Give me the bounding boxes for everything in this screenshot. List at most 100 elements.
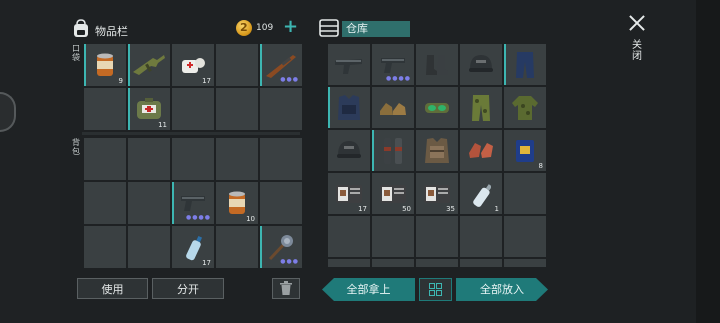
backpack-slot[interactable] <box>84 182 126 224</box>
warehouse-slot[interactable] <box>372 216 414 257</box>
warehouse-slot[interactable] <box>328 87 370 128</box>
warehouse-slot[interactable] <box>372 259 414 267</box>
backpack-slot[interactable] <box>128 138 170 180</box>
warehouse-slot[interactable]: 50 <box>372 173 414 214</box>
warehouse-slot[interactable] <box>328 130 370 171</box>
close-label[interactable]: 关闭 <box>632 40 642 62</box>
recipe-icon <box>380 184 406 203</box>
coin-count: 109 <box>256 23 274 33</box>
pocket-slot[interactable] <box>260 88 302 130</box>
backpack-slot[interactable]: ●●● <box>260 226 302 268</box>
warehouse-slot[interactable] <box>460 216 502 257</box>
grid-sort-icon <box>429 283 442 296</box>
left-margin <box>0 0 60 323</box>
pocket-slot[interactable]: 9 <box>84 44 126 86</box>
warehouse-slot[interactable]: 8 <box>504 130 546 171</box>
backpack-slot[interactable] <box>260 138 302 180</box>
backpack-slot[interactable] <box>260 182 302 224</box>
item-quantity: 1 <box>494 205 499 213</box>
warehouse-slot[interactable] <box>416 216 458 257</box>
warehouse-slot[interactable] <box>328 259 370 267</box>
use-button[interactable]: 使用 <box>77 278 148 299</box>
warehouse-slot[interactable] <box>328 216 370 257</box>
item-quantity: 35 <box>446 205 455 213</box>
warehouse-grid: ●●●● 8 17 50 35 1 <box>328 44 546 267</box>
pocket-slot[interactable]: 11 <box>128 88 170 130</box>
item-quantity: 10 <box>246 215 255 223</box>
trash-button[interactable] <box>272 278 300 299</box>
pocket-slot[interactable] <box>216 44 258 86</box>
backpack-slot[interactable] <box>216 138 258 180</box>
warehouse-slot[interactable] <box>460 44 502 85</box>
backpack-slot[interactable]: 17 <box>172 226 214 268</box>
backpack-slot[interactable] <box>128 226 170 268</box>
warehouse-slot[interactable] <box>372 130 414 171</box>
backpack-slot[interactable] <box>216 226 258 268</box>
backpack-slot[interactable] <box>84 226 126 268</box>
shoes-icon <box>380 102 406 115</box>
pocket-slot[interactable] <box>128 44 170 86</box>
close-icon[interactable] <box>628 14 646 32</box>
backpack-icon <box>74 19 88 37</box>
sort-button[interactable] <box>419 278 452 301</box>
warehouse-slot[interactable] <box>504 44 546 85</box>
take-all-button[interactable]: 全部拿上 <box>322 278 415 301</box>
book-icon <box>516 139 534 162</box>
durability-dots: ●●●● <box>386 75 411 82</box>
backpack-slot[interactable] <box>84 138 126 180</box>
pocket-slot[interactable]: ●●● <box>260 44 302 86</box>
smg-icon <box>335 58 362 74</box>
item-quantity: 17 <box>202 77 211 85</box>
warehouse-slot[interactable] <box>416 44 458 85</box>
leg-armor-icon <box>384 137 402 164</box>
warehouse-slot[interactable] <box>460 130 502 171</box>
warehouse-slot[interactable] <box>328 44 370 85</box>
warehouse-slot[interactable] <box>416 259 458 267</box>
plus-icon[interactable]: + <box>283 18 298 36</box>
pocket-slot[interactable] <box>84 88 126 130</box>
boots-icon <box>426 54 448 75</box>
recipe-icon <box>336 184 362 203</box>
warehouse-slot[interactable] <box>372 87 414 128</box>
backpack-grid: ●●●● 10 17 ●●● <box>84 138 302 268</box>
warehouse-slot[interactable] <box>460 87 502 128</box>
goggles-icon <box>425 102 449 113</box>
empty-bottle-icon <box>473 183 491 207</box>
backpack-label: 背包 <box>72 138 80 156</box>
warehouse-slot[interactable] <box>504 259 546 267</box>
warehouse-slot[interactable]: 1 <box>460 173 502 214</box>
item-quantity: 50 <box>402 205 411 213</box>
backpack-slot[interactable] <box>128 182 170 224</box>
warehouse-slot[interactable] <box>504 173 546 214</box>
backpack-slot[interactable]: ●●●● <box>172 182 214 224</box>
pants-icon <box>516 51 534 78</box>
put-all-button[interactable]: 全部放入 <box>456 278 548 301</box>
warehouse-slot[interactable] <box>416 87 458 128</box>
item-quantity: 11 <box>158 121 167 129</box>
backpack-slot[interactable]: 10 <box>216 182 258 224</box>
warehouse-slot[interactable] <box>416 130 458 171</box>
warehouse-slot[interactable]: 17 <box>328 173 370 214</box>
canned-food-icon <box>229 191 245 214</box>
canned-food-icon <box>97 53 113 76</box>
gold-coin-icon <box>236 20 252 36</box>
pocket-slot[interactable]: 17 <box>172 44 214 86</box>
armor-vest-icon <box>338 94 360 120</box>
warehouse-title: 仓库 <box>342 21 410 37</box>
trash-icon <box>280 281 292 295</box>
warehouse-slot[interactable] <box>504 216 546 257</box>
warehouse-slot[interactable]: ●●●● <box>372 44 414 85</box>
backpack-slot[interactable] <box>172 138 214 180</box>
helmet-icon <box>337 140 361 158</box>
pocket-slot[interactable] <box>216 88 258 130</box>
item-quantity: 9 <box>118 77 123 85</box>
warehouse-slot[interactable]: 35 <box>416 173 458 214</box>
camo-jacket-icon <box>512 95 538 120</box>
split-button[interactable]: 分开 <box>152 278 224 299</box>
inventory-title: 物品栏 <box>95 25 128 38</box>
pocket-label: 口袋 <box>72 44 80 62</box>
pocket-slot[interactable] <box>172 88 214 130</box>
warehouse-slot[interactable] <box>504 87 546 128</box>
durability-dots: ●●●● <box>186 214 211 221</box>
warehouse-slot[interactable] <box>460 259 502 267</box>
